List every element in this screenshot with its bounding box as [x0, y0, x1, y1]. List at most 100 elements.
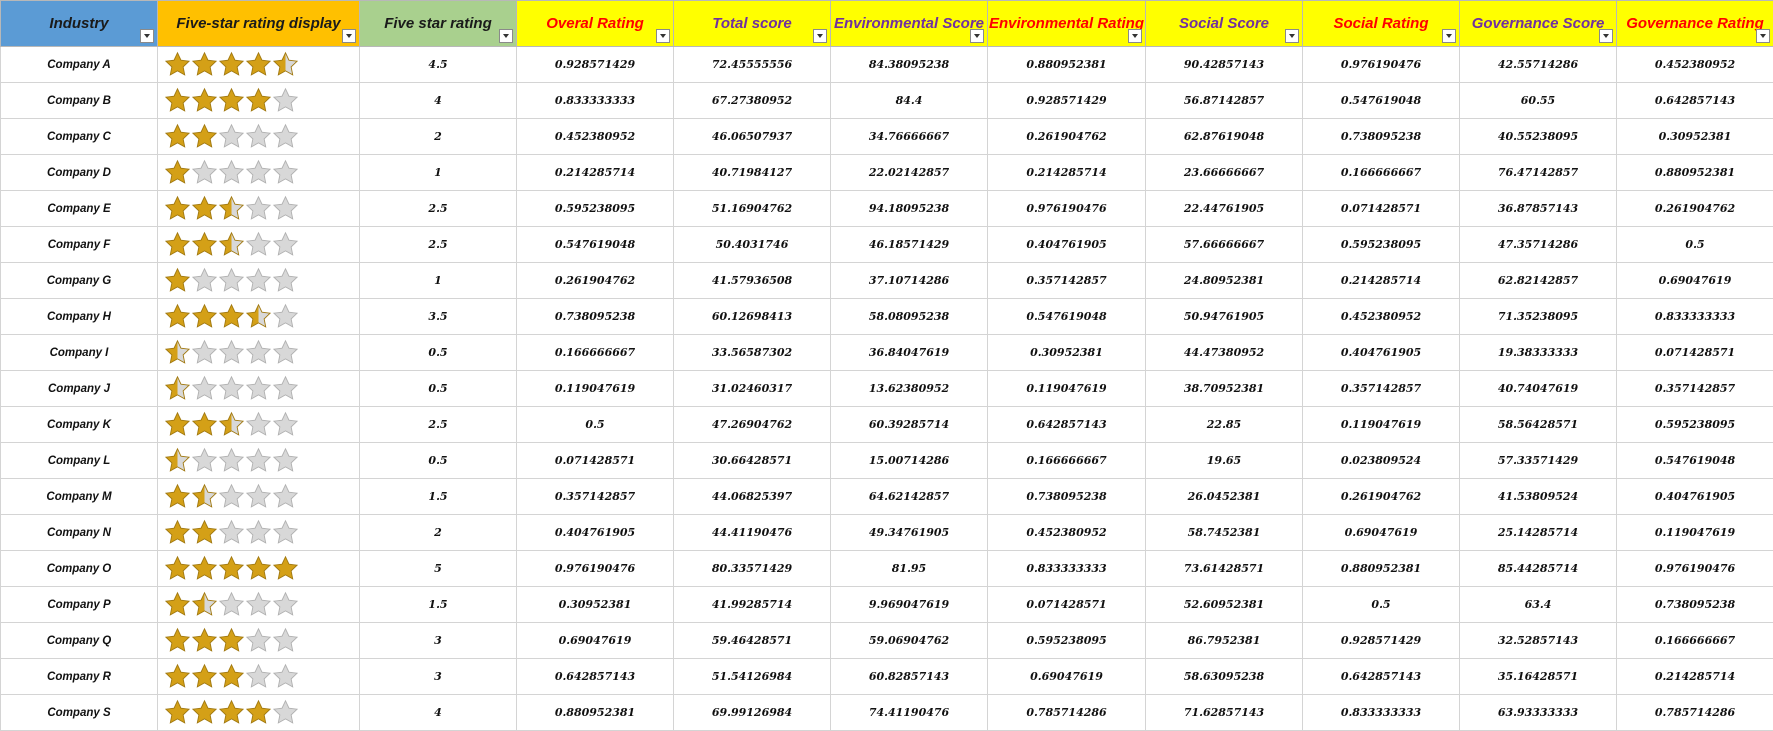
cell-gov-rating[interactable]: 0.119047619 [1617, 515, 1773, 551]
cell-gov-score[interactable]: 47.35714286 [1460, 227, 1617, 263]
cell-soc-score[interactable]: 52.60952381 [1146, 587, 1303, 623]
star-display-cell[interactable] [158, 191, 360, 227]
cell-gov-rating[interactable]: 0.404761905 [1617, 479, 1773, 515]
cell-gov-rating[interactable]: 0.357142857 [1617, 371, 1773, 407]
cell-total[interactable]: 30.66428571 [674, 443, 831, 479]
cell-soc-score[interactable]: 26.0452381 [1146, 479, 1303, 515]
cell-overall[interactable]: 0.452380952 [517, 119, 674, 155]
cell-env-score[interactable]: 37.10714286 [831, 263, 988, 299]
cell-soc-rating[interactable]: 0.5 [1303, 587, 1460, 623]
cell-env-rating[interactable]: 0.976190476 [988, 191, 1146, 227]
company-name-cell[interactable]: Company A [1, 47, 158, 83]
cell-env-rating[interactable]: 0.547619048 [988, 299, 1146, 335]
cell-soc-score[interactable]: 86.7952381 [1146, 623, 1303, 659]
filter-dropdown-icon[interactable] [1285, 29, 1299, 43]
cell-rating[interactable]: 2 [360, 119, 517, 155]
cell-total[interactable]: 33.56587302 [674, 335, 831, 371]
cell-soc-rating[interactable]: 0.928571429 [1303, 623, 1460, 659]
cell-rating[interactable]: 2.5 [360, 191, 517, 227]
cell-soc-score[interactable]: 22.44761905 [1146, 191, 1303, 227]
star-display-cell[interactable] [158, 659, 360, 695]
cell-env-rating[interactable]: 0.738095238 [988, 479, 1146, 515]
cell-env-score[interactable]: 34.76666667 [831, 119, 988, 155]
star-display-cell[interactable] [158, 155, 360, 191]
cell-soc-score[interactable]: 71.62857143 [1146, 695, 1303, 731]
cell-env-score[interactable]: 9.969047619 [831, 587, 988, 623]
cell-soc-rating[interactable]: 0.166666667 [1303, 155, 1460, 191]
cell-rating[interactable]: 4 [360, 83, 517, 119]
star-display-cell[interactable] [158, 83, 360, 119]
cell-total[interactable]: 31.02460317 [674, 371, 831, 407]
filter-dropdown-icon[interactable] [656, 29, 670, 43]
filter-dropdown-icon[interactable] [1442, 29, 1456, 43]
cell-soc-score[interactable]: 58.63095238 [1146, 659, 1303, 695]
cell-total[interactable]: 47.26904762 [674, 407, 831, 443]
cell-total[interactable]: 72.45555556 [674, 47, 831, 83]
cell-soc-rating[interactable]: 0.404761905 [1303, 335, 1460, 371]
cell-total[interactable]: 60.12698413 [674, 299, 831, 335]
company-name-cell[interactable]: Company O [1, 551, 158, 587]
cell-soc-score[interactable]: 90.42857143 [1146, 47, 1303, 83]
cell-env-score[interactable]: 64.62142857 [831, 479, 988, 515]
cell-gov-score[interactable]: 19.38333333 [1460, 335, 1617, 371]
company-name-cell[interactable]: Company N [1, 515, 158, 551]
star-display-cell[interactable] [158, 587, 360, 623]
cell-gov-score[interactable]: 85.44285714 [1460, 551, 1617, 587]
cell-overall[interactable]: 0.595238095 [517, 191, 674, 227]
star-display-cell[interactable] [158, 371, 360, 407]
cell-env-rating[interactable]: 0.357142857 [988, 263, 1146, 299]
star-display-cell[interactable] [158, 47, 360, 83]
cell-env-rating[interactable]: 0.69047619 [988, 659, 1146, 695]
cell-env-rating[interactable]: 0.452380952 [988, 515, 1146, 551]
cell-total[interactable]: 67.27380952 [674, 83, 831, 119]
cell-gov-score[interactable]: 35.16428571 [1460, 659, 1617, 695]
cell-gov-score[interactable]: 63.4 [1460, 587, 1617, 623]
cell-gov-score[interactable]: 71.35238095 [1460, 299, 1617, 335]
company-name-cell[interactable]: Company J [1, 371, 158, 407]
cell-gov-score[interactable]: 60.55 [1460, 83, 1617, 119]
cell-env-rating[interactable]: 0.30952381 [988, 335, 1146, 371]
company-name-cell[interactable]: Company E [1, 191, 158, 227]
cell-soc-score[interactable]: 44.47380952 [1146, 335, 1303, 371]
cell-overall[interactable]: 0.119047619 [517, 371, 674, 407]
cell-rating[interactable]: 2.5 [360, 227, 517, 263]
cell-gov-score[interactable]: 36.87857143 [1460, 191, 1617, 227]
star-display-cell[interactable] [158, 299, 360, 335]
cell-soc-rating[interactable]: 0.071428571 [1303, 191, 1460, 227]
cell-overall[interactable]: 0.261904762 [517, 263, 674, 299]
cell-gov-score[interactable]: 58.56428571 [1460, 407, 1617, 443]
cell-rating[interactable]: 1.5 [360, 587, 517, 623]
cell-total[interactable]: 69.99126984 [674, 695, 831, 731]
cell-env-rating[interactable]: 0.785714286 [988, 695, 1146, 731]
cell-soc-score[interactable]: 50.94761905 [1146, 299, 1303, 335]
company-name-cell[interactable]: Company B [1, 83, 158, 119]
cell-overall[interactable]: 0.071428571 [517, 443, 674, 479]
star-display-cell[interactable] [158, 335, 360, 371]
cell-env-rating[interactable]: 0.928571429 [988, 83, 1146, 119]
cell-rating[interactable]: 3 [360, 623, 517, 659]
cell-soc-score[interactable]: 22.85 [1146, 407, 1303, 443]
cell-gov-score[interactable]: 63.93333333 [1460, 695, 1617, 731]
company-name-cell[interactable]: Company P [1, 587, 158, 623]
cell-soc-rating[interactable]: 0.452380952 [1303, 299, 1460, 335]
cell-env-score[interactable]: 59.06904762 [831, 623, 988, 659]
company-name-cell[interactable]: Company S [1, 695, 158, 731]
cell-soc-rating[interactable]: 0.214285714 [1303, 263, 1460, 299]
company-name-cell[interactable]: Company Q [1, 623, 158, 659]
cell-env-rating[interactable]: 0.595238095 [988, 623, 1146, 659]
cell-soc-score[interactable]: 38.70952381 [1146, 371, 1303, 407]
star-display-cell[interactable] [158, 623, 360, 659]
cell-env-rating[interactable]: 0.880952381 [988, 47, 1146, 83]
cell-env-score[interactable]: 60.39285714 [831, 407, 988, 443]
cell-overall[interactable]: 0.642857143 [517, 659, 674, 695]
cell-gov-score[interactable]: 40.55238095 [1460, 119, 1617, 155]
cell-env-score[interactable]: 58.08095238 [831, 299, 988, 335]
company-name-cell[interactable]: Company I [1, 335, 158, 371]
cell-gov-rating[interactable]: 0.595238095 [1617, 407, 1773, 443]
cell-total[interactable]: 51.54126984 [674, 659, 831, 695]
filter-dropdown-icon[interactable] [1128, 29, 1142, 43]
cell-rating[interactable]: 4 [360, 695, 517, 731]
star-display-cell[interactable] [158, 443, 360, 479]
cell-rating[interactable]: 3.5 [360, 299, 517, 335]
cell-gov-rating[interactable]: 0.785714286 [1617, 695, 1773, 731]
